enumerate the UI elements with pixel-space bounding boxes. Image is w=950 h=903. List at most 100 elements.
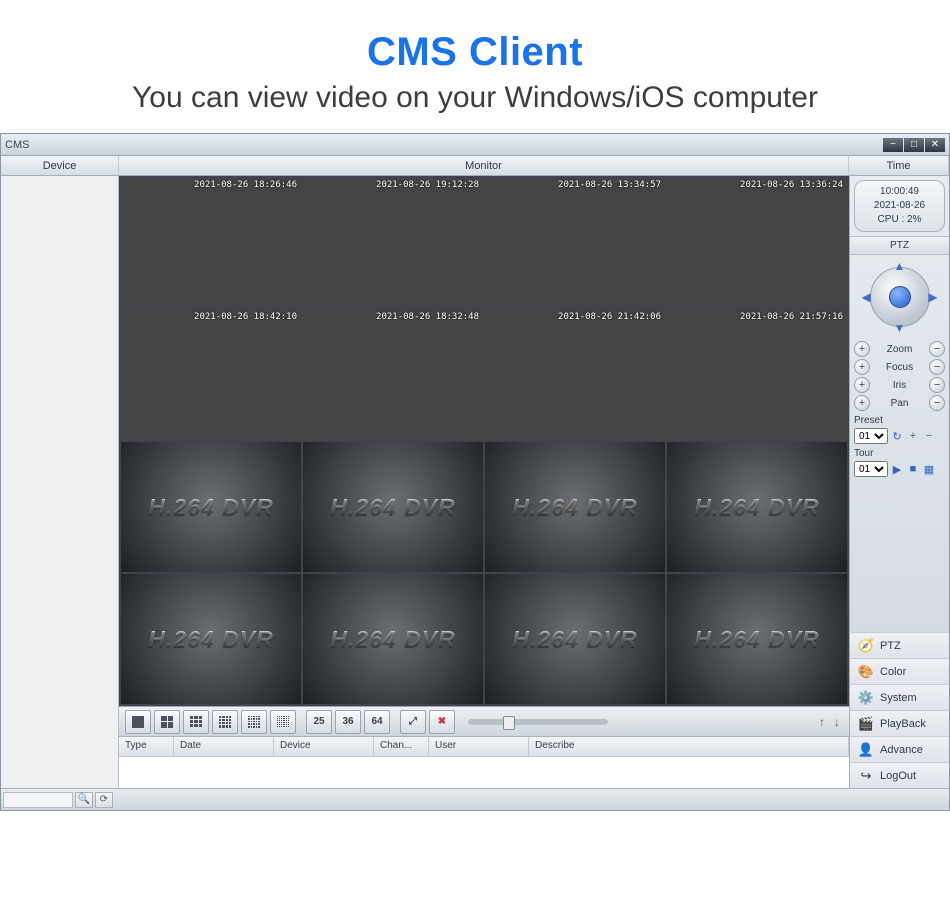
camera-cell-empty[interactable]: H.264 DVR	[667, 574, 847, 704]
camera-cell-empty[interactable]: H.264 DVR	[303, 442, 483, 572]
close-button[interactable]: ✕	[925, 138, 945, 152]
scroll-down-icon[interactable]: ↓	[831, 715, 843, 729]
camera-cell-empty[interactable]: H.264 DVR	[303, 574, 483, 704]
empty-feed-label: H.264 DVR	[694, 494, 819, 521]
preset-add-icon[interactable]: +	[906, 429, 920, 443]
log-col-type[interactable]: Type	[119, 737, 174, 756]
zoom-out-button[interactable]: −	[929, 341, 945, 357]
layout-4-button[interactable]	[154, 710, 180, 734]
menu-advance[interactable]: 👤Advance	[850, 736, 949, 762]
iris-open-button[interactable]: +	[854, 377, 870, 393]
menu-ptz[interactable]: 🧭PTZ	[850, 632, 949, 658]
camera-cell[interactable]: 2021-08-26 18:32:48	[303, 310, 483, 440]
tour-stop-icon[interactable]: ■	[906, 462, 920, 476]
tour-play-icon[interactable]: ▶	[890, 462, 904, 476]
tour-row: 01 ▶ ■ ▦	[850, 459, 949, 479]
status-search-icon[interactable]: 🔍	[75, 792, 93, 808]
menu-logout[interactable]: ↪LogOut	[850, 762, 949, 788]
layout-25-button[interactable]: 25	[306, 710, 332, 734]
focus-out-button[interactable]: −	[929, 359, 945, 375]
menu-playback[interactable]: 🎬PlayBack	[850, 710, 949, 736]
tour-label: Tour	[850, 446, 949, 459]
pan-plus-button[interactable]: +	[854, 395, 870, 411]
camera-cell-empty[interactable]: H.264 DVR	[667, 442, 847, 572]
layout-36a-button[interactable]	[270, 710, 296, 734]
log-col-user[interactable]: User	[429, 737, 529, 756]
log-col-device[interactable]: Device	[274, 737, 374, 756]
ptz-center-button[interactable]	[889, 286, 911, 308]
layout-9-button[interactable]	[183, 710, 209, 734]
camera-timestamp: 2021-08-26 19:12:28	[376, 180, 479, 190]
panel-header-strip: Device Monitor Time	[1, 156, 949, 176]
camera-cell[interactable]: 2021-08-26 18:42:10	[121, 310, 301, 440]
empty-feed-label: H.264 DVR	[694, 626, 819, 653]
ptz-right-icon[interactable]: ▶	[928, 290, 937, 304]
ptz-focus-row: + Focus −	[854, 359, 945, 375]
log-body[interactable]	[119, 757, 849, 788]
fullscreen-button[interactable]: ⤢	[400, 710, 426, 734]
preset-goto-icon[interactable]: ↻	[890, 429, 904, 443]
stop-icon: ✖	[438, 716, 446, 727]
camera-cell-empty[interactable]: H.264 DVR	[121, 574, 301, 704]
device-tree-panel[interactable]	[1, 176, 119, 788]
empty-feed-label: H.264 DVR	[512, 626, 637, 653]
layout-64-button[interactable]: 64	[364, 710, 390, 734]
camera-timestamp: 2021-08-26 21:57:16	[740, 312, 843, 322]
camera-cell[interactable]: 2021-08-26 13:36:24	[667, 178, 847, 308]
logout-icon: ↪	[858, 768, 874, 784]
pan-minus-button[interactable]: −	[929, 395, 945, 411]
empty-feed-label: H.264 DVR	[330, 626, 455, 653]
scroll-up-icon[interactable]: ↑	[816, 715, 828, 729]
log-col-describe[interactable]: Describe	[529, 737, 849, 756]
camera-cell[interactable]: 2021-08-26 21:57:16	[667, 310, 847, 440]
focus-in-button[interactable]: +	[854, 359, 870, 375]
ptz-up-icon[interactable]: ▲	[894, 259, 906, 273]
status-refresh-icon[interactable]: ⟳	[95, 792, 113, 808]
app-window: CMS − □ ✕ Device Monitor Time 2021-08-26…	[0, 133, 950, 811]
log-col-channel[interactable]: Chan...	[374, 737, 429, 756]
empty-feed-label: H.264 DVR	[330, 494, 455, 521]
layout-25a-button[interactable]	[241, 710, 267, 734]
tour-select[interactable]: 01	[854, 461, 888, 477]
focus-label: Focus	[886, 362, 913, 373]
menu-color[interactable]: 🎨Color	[850, 658, 949, 684]
preset-del-icon[interactable]: −	[922, 429, 936, 443]
camera-cell[interactable]: 2021-08-26 13:34:57	[485, 178, 665, 308]
preset-select[interactable]: 01	[854, 428, 888, 444]
log-col-date[interactable]: Date	[174, 737, 274, 756]
camera-cell[interactable]: 2021-08-26 18:26:46	[121, 178, 301, 308]
camera-cell[interactable]: 2021-08-26 21:42:06	[485, 310, 665, 440]
monitor-panel-header: Monitor	[119, 156, 849, 175]
iris-close-button[interactable]: −	[929, 377, 945, 393]
marketing-subtitle: You can view video on your Windows/iOS c…	[0, 81, 950, 115]
layout-1-button[interactable]	[125, 710, 151, 734]
ptz-down-icon[interactable]: ▼	[894, 321, 906, 335]
log-header-row: Type Date Device Chan... User Describe	[119, 737, 849, 757]
zoom-label: Zoom	[887, 344, 913, 355]
minimize-button[interactable]: −	[883, 138, 903, 152]
zoom-in-button[interactable]: +	[854, 341, 870, 357]
ptz-zoom-row: + Zoom −	[854, 341, 945, 357]
layout-toolbar: 25 36 64 ⤢ ✖ ↑ ↓	[119, 706, 849, 736]
clock-text: 10:00:49	[857, 185, 942, 199]
tour-grid-icon[interactable]: ▦	[922, 462, 936, 476]
ptz-iris-row: + Iris −	[854, 377, 945, 393]
maximize-button[interactable]: □	[904, 138, 924, 152]
ptz-left-icon[interactable]: ◀	[862, 290, 871, 304]
menu-system[interactable]: ⚙️System	[850, 684, 949, 710]
titlebar: CMS − □ ✕	[1, 134, 949, 156]
volume-slider[interactable]	[468, 719, 608, 725]
fullscreen-icon: ⤢	[409, 716, 417, 727]
empty-feed-label: H.264 DVR	[512, 494, 637, 521]
layout-16-button[interactable]	[212, 710, 238, 734]
camera-cell[interactable]: 2021-08-26 19:12:28	[303, 178, 483, 308]
layout-36-button[interactable]: 36	[335, 710, 361, 734]
stop-all-button[interactable]: ✖	[429, 710, 455, 734]
window-controls: − □ ✕	[882, 138, 945, 152]
ptz-pan-row: + Pan −	[854, 395, 945, 411]
pan-label: Pan	[891, 398, 909, 409]
camera-cell-empty[interactable]: H.264 DVR	[121, 442, 301, 572]
camera-grid: 2021-08-26 18:26:46 2021-08-26 19:12:28 …	[119, 176, 849, 706]
camera-cell-empty[interactable]: H.264 DVR	[485, 574, 665, 704]
camera-cell-empty[interactable]: H.264 DVR	[485, 442, 665, 572]
